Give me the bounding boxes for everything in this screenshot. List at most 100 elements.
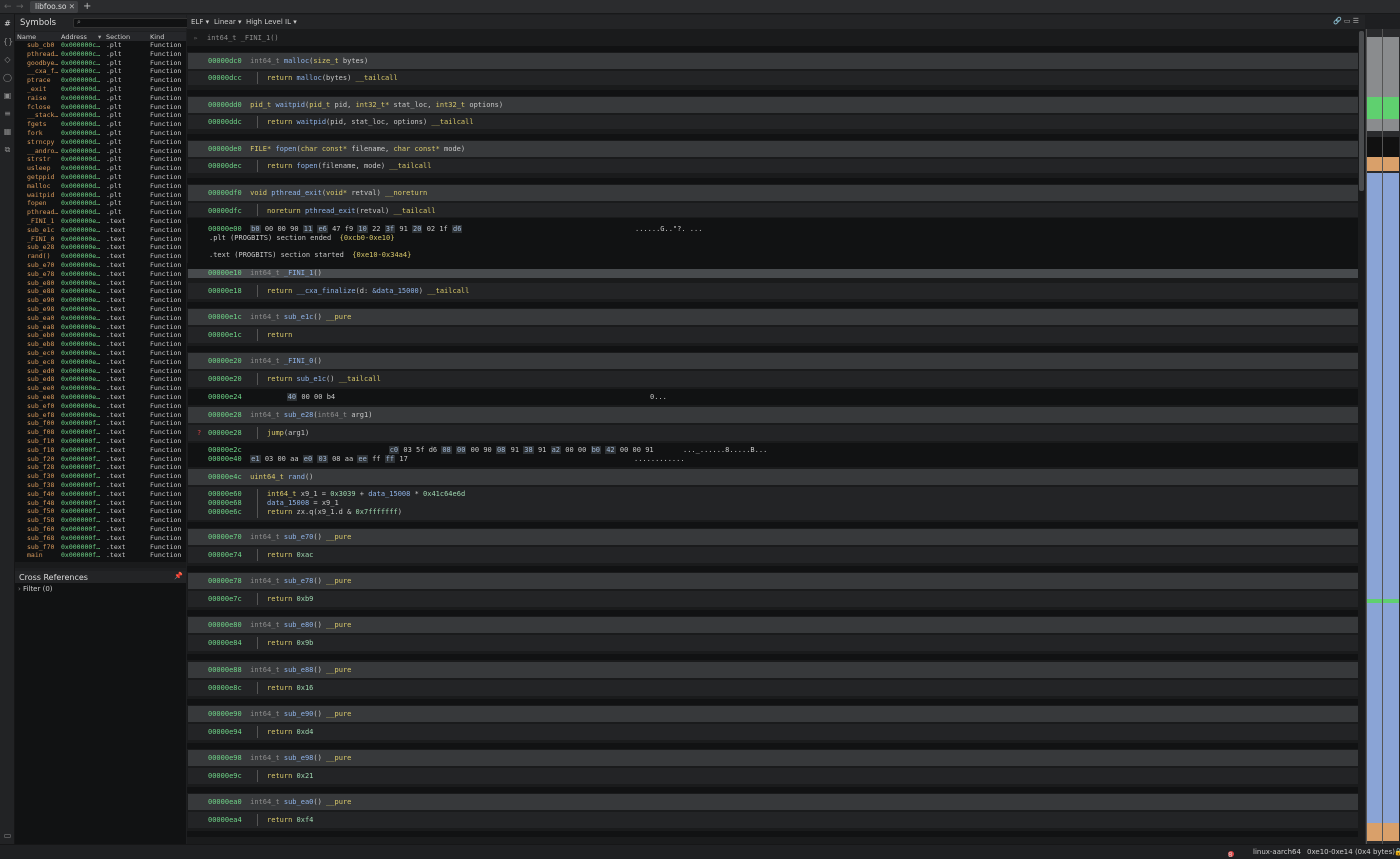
func-name[interactable]: _FINI_0	[284, 357, 314, 365]
tags-icon[interactable]: ◇	[3, 55, 12, 64]
pin-icon[interactable]: 📌	[174, 572, 183, 580]
func-name[interactable]: sub_ea0	[284, 798, 314, 806]
func-name[interactable]: sub_e1c	[284, 313, 314, 321]
symbol-row[interactable]: __stack… 0x000000d… .plt Function	[15, 111, 186, 120]
user-icon[interactable]: ◯	[3, 73, 12, 82]
col-name[interactable]: Name	[17, 33, 36, 41]
xref-icon[interactable]: ⧉	[3, 145, 12, 154]
feature-map[interactable]	[1365, 29, 1400, 844]
symbol-row[interactable]: usleep 0x000000d… .plt Function	[15, 164, 186, 173]
symbol-row[interactable]: ptrace 0x000000d… .plt Function	[15, 76, 186, 85]
symbol-row[interactable]: sub_f10 0x000000f… .text Function	[15, 437, 186, 446]
graph-icon[interactable]: ▦	[3, 127, 12, 136]
header-line[interactable]: 00000e20 int64_t _FINI_0()	[208, 357, 322, 366]
hex-byte[interactable]: 22	[372, 225, 380, 233]
hex-byte[interactable]: aa	[290, 455, 298, 463]
symbol-row[interactable]: sub_f18 0x000000f… .text Function	[15, 446, 186, 455]
body-line[interactable]: 00000e20 return sub_e1c() __tailcall	[208, 375, 381, 384]
symbol-row[interactable]: sub_e98 0x000000e… .text Function	[15, 305, 186, 314]
symbol-row[interactable]: pthread… 0x000000d… .plt Function	[15, 208, 186, 217]
selection-label[interactable]: 0xe10-0xe14 (0x4 bytes)	[1307, 848, 1395, 856]
lock-icon[interactable]: 🔒	[1394, 848, 1400, 856]
hex-byte[interactable]: f9	[345, 225, 353, 233]
hex-line[interactable]: 00000e40 e1 03 00 aa e0 03 08 aa ee ff f…	[208, 455, 408, 464]
hex-byte[interactable]: c0	[388, 446, 400, 454]
function-header-sub-e88[interactable]	[188, 661, 1358, 678]
hex-byte[interactable]: 08	[332, 455, 340, 463]
symbol-row[interactable]: sub_f48 0x000000f… .text Function	[15, 499, 186, 508]
function-header-sub-e78[interactable]	[188, 573, 1358, 590]
hex-byte[interactable]: 40	[286, 393, 298, 401]
symbol-row[interactable]: sub_e90 0x000000e… .text Function	[15, 296, 186, 305]
hex-byte[interactable]: 91	[511, 446, 519, 454]
il-dropdown[interactable]: High Level IL ▾	[246, 18, 297, 26]
symbol-row[interactable]: sub_e70 0x000000e… .text Function	[15, 261, 186, 270]
platform-label[interactable]: linux-aarch64	[1253, 848, 1301, 856]
symbol-row[interactable]: _FINI_0 0x000000e… .text Function	[15, 235, 186, 244]
header-line[interactable]: 00000e4c uint64_t rand()	[208, 473, 313, 482]
col-kind[interactable]: Kind	[150, 33, 164, 41]
symbol-row[interactable]: sub_ec0 0x000000e… .text Function	[15, 349, 186, 358]
body-line[interactable]: 00000ea4 return 0xf4	[208, 816, 313, 825]
symbol-row[interactable]: fgets 0x000000d… .plt Function	[15, 120, 186, 129]
func-name[interactable]: _FINI_1	[284, 269, 314, 277]
symbol-row[interactable]: sub_f00 0x000000f… .text Function	[15, 419, 186, 428]
symbols-icon[interactable]: #	[3, 19, 12, 28]
symbol-row[interactable]: sub_f30 0x000000f… .text Function	[15, 472, 186, 481]
func-name[interactable]: sub_e1c	[297, 375, 327, 383]
function-header-sub-e98[interactable]	[188, 750, 1358, 766]
symbol-row[interactable]: fopen 0x000000d… .plt Function	[15, 199, 186, 208]
hex-byte[interactable]: 10	[357, 225, 368, 233]
hex-byte[interactable]: 91	[538, 446, 546, 454]
scroll-thumb[interactable]	[1359, 31, 1364, 191]
symbol-table-hscroll[interactable]	[15, 562, 186, 568]
hex-byte[interactable]: 5f	[416, 446, 424, 454]
symbol-row[interactable]: sub_f58 0x000000f… .text Function	[15, 516, 186, 525]
hex-byte[interactable]: 90	[483, 446, 491, 454]
body-line[interactable]: 00000e28 jump(arg1)	[208, 429, 309, 438]
func-name[interactable]: __cxa_finalize	[297, 287, 356, 295]
hex-line[interactable]: 00000e00 b0 00 00 90 11 e6 47 f9 10 22 3…	[208, 225, 463, 234]
col-address[interactable]: Address	[61, 33, 87, 41]
symbol-row[interactable]: goodbye… 0x000000c… .plt Function	[15, 59, 186, 68]
hex-byte[interactable]: 08	[495, 446, 507, 454]
body-line[interactable]: 00000e68 data_15008 = x9_1	[208, 499, 339, 508]
body-line[interactable]: 00000e9c return 0x21	[208, 772, 313, 781]
func-name[interactable]: waitpid	[275, 101, 305, 109]
header-line[interactable]: 00000df0 void pthread_exit(void* retval)…	[208, 189, 427, 198]
symbol-row[interactable]: raise 0x000000d… .plt Function	[15, 94, 186, 103]
body-line[interactable]: 00000dec return fopen(filename, mode) __…	[208, 162, 431, 171]
symbol-row[interactable]: sub_ee8 0x000000e… .text Function	[15, 393, 186, 402]
hex-line[interactable]: 00000e2c c0 03 5f d6 08 00 00 90 08 91 38…	[208, 446, 654, 455]
symbol-row[interactable]: sub_f68 0x000000f… .text Function	[15, 534, 186, 543]
function-header-rand[interactable]	[188, 469, 1358, 485]
header-line[interactable]: 00000dd0 pid_t waitpid(pid_t pid, int32_…	[208, 101, 503, 110]
unresolved-jump-icon[interactable]: ?	[197, 429, 201, 438]
func-name[interactable]: pthread_exit	[305, 207, 356, 215]
hex-byte[interactable]: d6	[452, 225, 463, 233]
function-header-sub-ea0[interactable]	[188, 794, 1358, 811]
hex-byte[interactable]: 03	[317, 455, 328, 463]
hex-byte[interactable]: 00	[578, 446, 586, 454]
symbol-row[interactable]: getppid 0x000000d… .plt Function	[15, 173, 186, 182]
function-header-sub-e70[interactable]	[188, 529, 1358, 545]
header-line[interactable]: 00000e80 int64_t sub_e80() __pure	[208, 621, 351, 630]
hex-byte[interactable]: 00	[633, 446, 641, 454]
hex-byte[interactable]: 02	[427, 225, 435, 233]
view-options-icons[interactable]: 🔗 ▭ ☰	[1333, 17, 1359, 25]
hex-byte[interactable]: 03	[403, 446, 411, 454]
symbol-row[interactable]: sub_ef8 0x000000e… .text Function	[15, 411, 186, 420]
xrefs-filter[interactable]: › Filter (0)	[18, 585, 53, 593]
back-icon[interactable]: ←	[4, 2, 12, 12]
symbol-row[interactable]: sub_f38 0x000000f… .text Function	[15, 481, 186, 490]
symbol-row[interactable]: strncpy 0x000000d… .plt Function	[15, 138, 186, 147]
hex-byte[interactable]: 11	[302, 225, 314, 233]
symbol-row[interactable]: sub_f60 0x000000f… .text Function	[15, 525, 186, 534]
body-line[interactable]: 00000ddc return waitpid(pid, stat_loc, o…	[208, 118, 474, 127]
symbol-search-input[interactable]: ⌕	[73, 18, 189, 28]
func-name[interactable]: sub_e28	[284, 411, 314, 419]
body-line[interactable]: 00000e84 return 0x9b	[208, 639, 313, 648]
body-line[interactable]: 00000e18 return __cxa_finalize(d: &data_…	[208, 287, 469, 296]
body-line[interactable]: 00000e1c return	[208, 331, 292, 340]
symbol-row[interactable]: sub_eb8 0x000000e… .text Function	[15, 340, 186, 349]
